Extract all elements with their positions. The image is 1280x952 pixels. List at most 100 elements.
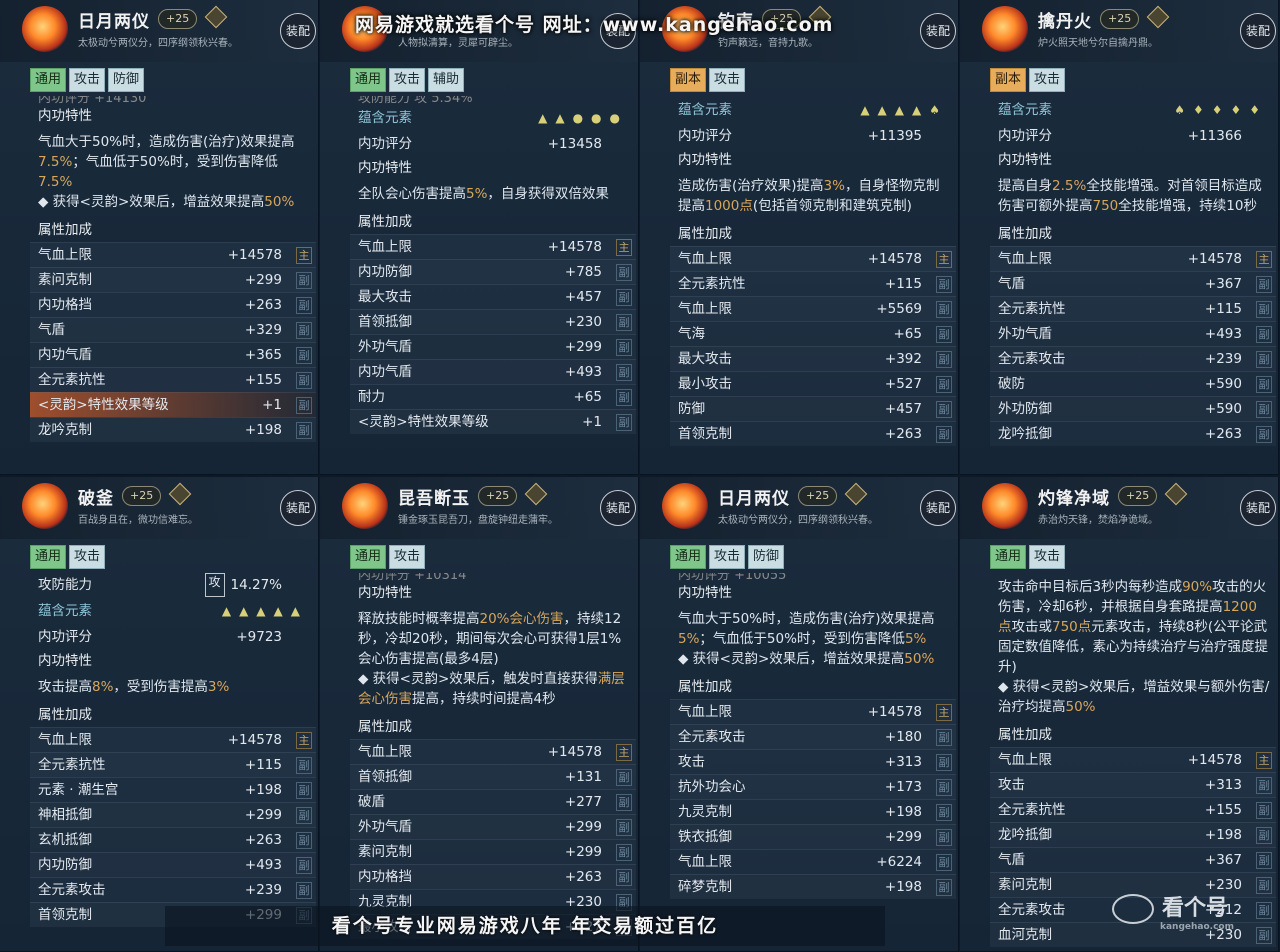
- tag-list: 通用 攻击 辅助: [350, 68, 465, 92]
- rank-diamond-icon: [1164, 482, 1188, 506]
- attribute-row: 耐力 +65 副: [350, 384, 636, 409]
- attribute-name: 全元素抗性: [998, 802, 1066, 818]
- attribute-row: 破防 +590 副: [990, 371, 1276, 396]
- attribute-name: 气血上限: [38, 247, 92, 263]
- attribute-row: 气血上限 +14578 主: [350, 234, 636, 259]
- attribute-name: 耐力: [358, 389, 385, 405]
- row-label: 攻防能力: [38, 577, 92, 593]
- equip-button[interactable]: 装配: [600, 490, 636, 526]
- attribute-name: 全元素攻击: [38, 882, 106, 898]
- attribute-name: 素问克制: [38, 272, 92, 288]
- level-badge: +25: [158, 9, 198, 29]
- attribute-name: 素问克制: [358, 844, 412, 860]
- attribute-name: 攻击: [678, 754, 705, 770]
- attribute-name: 气血上限: [678, 704, 732, 720]
- element-row: 蕴含元素 ▲▲●●●: [350, 104, 636, 132]
- attribute-type-badge: 副: [296, 882, 312, 899]
- attribute-row: 外功气盾 +493 副: [990, 321, 1276, 346]
- section-heading: 内功特性: [678, 152, 732, 168]
- attribute-row: 全元素抗性 +155 副: [990, 797, 1276, 822]
- attribute-name: 内功格挡: [38, 297, 92, 313]
- equip-button[interactable]: 装配: [280, 13, 316, 49]
- equip-button[interactable]: 装配: [280, 490, 316, 526]
- equip-button[interactable]: 装配: [920, 490, 956, 526]
- attribute-name: 气海: [678, 326, 705, 342]
- panel-body[interactable]: 内功评分 +10055 内功特性 气血大于50%时，造成伤害(治疗)效果提高5%；气…: [670, 573, 956, 951]
- skill-description: 炉火照天地兮尔自擒丹鼎。: [1038, 38, 1158, 49]
- attribute-name: 外功气盾: [358, 819, 412, 835]
- stat-row: 内功评分 +11395: [670, 124, 956, 148]
- attribute-type-badge: 副: [936, 351, 952, 368]
- attribute-type-badge: 副: [936, 879, 952, 896]
- panel-body[interactable]: 攻防能力 攻 14.27% 蕴含元素 ▲▲▲▲▲ 内功评分 +9723 内功特性 攻击提高8%，…: [30, 573, 316, 951]
- element-icons: ▲▲▲▲▲: [221, 604, 308, 618]
- attribute-row: 气盾 +329 副: [30, 317, 316, 342]
- tag-1: 攻击: [389, 545, 426, 569]
- attribute-type-badge: 副: [1256, 401, 1272, 418]
- attribute-name: 最大攻击: [358, 289, 412, 305]
- tag-list: 副本 攻击: [670, 68, 746, 92]
- attribute-type-badge: 副: [616, 339, 632, 356]
- attribute-type-badge: 副: [616, 844, 632, 861]
- skill-description: 太极动兮两仪分，四序纲领秋兴春。: [718, 515, 878, 526]
- rank-diamond-icon: [524, 482, 548, 506]
- row-value: +9723: [236, 629, 282, 645]
- tag-1: 攻击: [69, 68, 106, 92]
- panel-body[interactable]: 蕴含元素 ▲▲▲▲♠ 内功评分 +11395 内功特性 造成伤害(治疗效果)提高3%，自身…: [670, 96, 956, 474]
- attribute-row: 气盾 +367 副: [990, 271, 1276, 296]
- panel-body[interactable]: 内功评分 +14130 内功特性 气血大于50%时，造成伤害(治疗)效果提高7.5%…: [30, 96, 316, 474]
- attribute-row: <灵韵>特性效果等级 +1 副: [30, 392, 316, 417]
- section-heading: 内功特性: [358, 585, 412, 601]
- attribute-type-badge: 主: [616, 744, 632, 761]
- tag-list: 通用 攻击: [30, 545, 106, 569]
- attribute-type-badge: 主: [936, 251, 952, 268]
- equip-button[interactable]: 装配: [1240, 490, 1276, 526]
- attribute-row: 铁衣抵御 +299 副: [670, 824, 956, 849]
- attribute-name: 内功气盾: [38, 347, 92, 363]
- panel-body[interactable]: 蕴含元素 ♠♦♦♦♦ 内功评分 +11366 内功特性 提高自身2.5%全技能增强。对首领…: [990, 96, 1276, 474]
- attribute-type-badge: 主: [296, 247, 312, 264]
- rank-diamond-icon: [204, 5, 228, 29]
- attribute-row: 元素 · 潮生宫 +198 副: [30, 777, 316, 802]
- attribute-name: 破盾: [358, 794, 385, 810]
- row-value: +13458: [547, 136, 602, 152]
- tag-2: 辅助: [428, 68, 465, 92]
- attribute-row: 气血上限 +14578 主: [670, 699, 956, 724]
- section-heading: 属性加成: [38, 707, 92, 723]
- row-value: +11366: [1187, 128, 1242, 144]
- panel-body[interactable]: 内功评分 +10314 内功特性 释放技能时概率提高20%会心伤害，持续12秒，冷却…: [350, 573, 636, 951]
- attribute-name: 神相抵御: [38, 807, 92, 823]
- panel-body[interactable]: 攻防能力 攻 5.34% 蕴含元素 ▲▲●●● 内功评分 +13458 内功特性 全队会心伤…: [350, 96, 636, 474]
- level-badge: +25: [1118, 486, 1158, 506]
- attribute-type-badge: 副: [616, 264, 632, 281]
- attribute-name: 最小攻击: [678, 376, 732, 392]
- skill-panel: 灼锋净域 +25 赤治灼天锋，焚焰净诡域。 装配 通用 攻击 攻击命中目标后3秒内每秒造成9…: [960, 477, 1279, 952]
- trait-text: 造成伤害(治疗效果)提高3%，自身怪物克制提高1000点(包括首领克制和建筑克制…: [678, 178, 940, 214]
- tag-list: 副本 攻击: [990, 68, 1066, 92]
- section-heading: 属性加成: [998, 226, 1052, 242]
- attribute-row: <灵韵>特性效果等级 +1 副: [350, 409, 636, 434]
- attribute-row: 气血上限 +14578 主: [990, 246, 1276, 271]
- attribute-row: 内功气盾 +365 副: [30, 342, 316, 367]
- attribute-row: 气海 +65 副: [670, 321, 956, 346]
- skill-description: 锤金琢玉昆吾刀，盘旋钟纽走蒲牢。: [398, 515, 558, 526]
- attribute-type-badge: 副: [1256, 326, 1272, 343]
- trait-text: 全队会心伤害提高5%，自身获得双倍效果: [358, 186, 609, 202]
- attribute-name: 玄机抵御: [38, 832, 92, 848]
- attribute-name: 龙吟抵御: [998, 827, 1052, 843]
- attribute-name: 全元素抗性: [678, 276, 746, 292]
- attribute-row: 素问克制 +299 副: [350, 839, 636, 864]
- attribute-type-badge: 副: [1256, 426, 1272, 443]
- stat-row: 内功评分 +13458: [350, 132, 636, 156]
- attribute-row: 素问克制 +299 副: [30, 267, 316, 292]
- attribute-name: 铁衣抵御: [678, 829, 732, 845]
- skill-emblem-icon: [342, 483, 388, 529]
- equip-button[interactable]: 装配: [920, 13, 956, 49]
- tag-list: 通用 攻击: [990, 545, 1066, 569]
- attribute-name: 内功防御: [38, 857, 92, 873]
- trait-text: 攻击命中目标后3秒内每秒造成90%攻击的火伤害，冷却6秒，并根据自身套路提高12…: [998, 579, 1270, 715]
- attribute-type-badge: 主: [1256, 251, 1272, 268]
- equip-button[interactable]: 装配: [1240, 13, 1276, 49]
- attribute-row: 内功格挡 +263 副: [350, 864, 636, 889]
- attribute-type-badge: 副: [936, 301, 952, 318]
